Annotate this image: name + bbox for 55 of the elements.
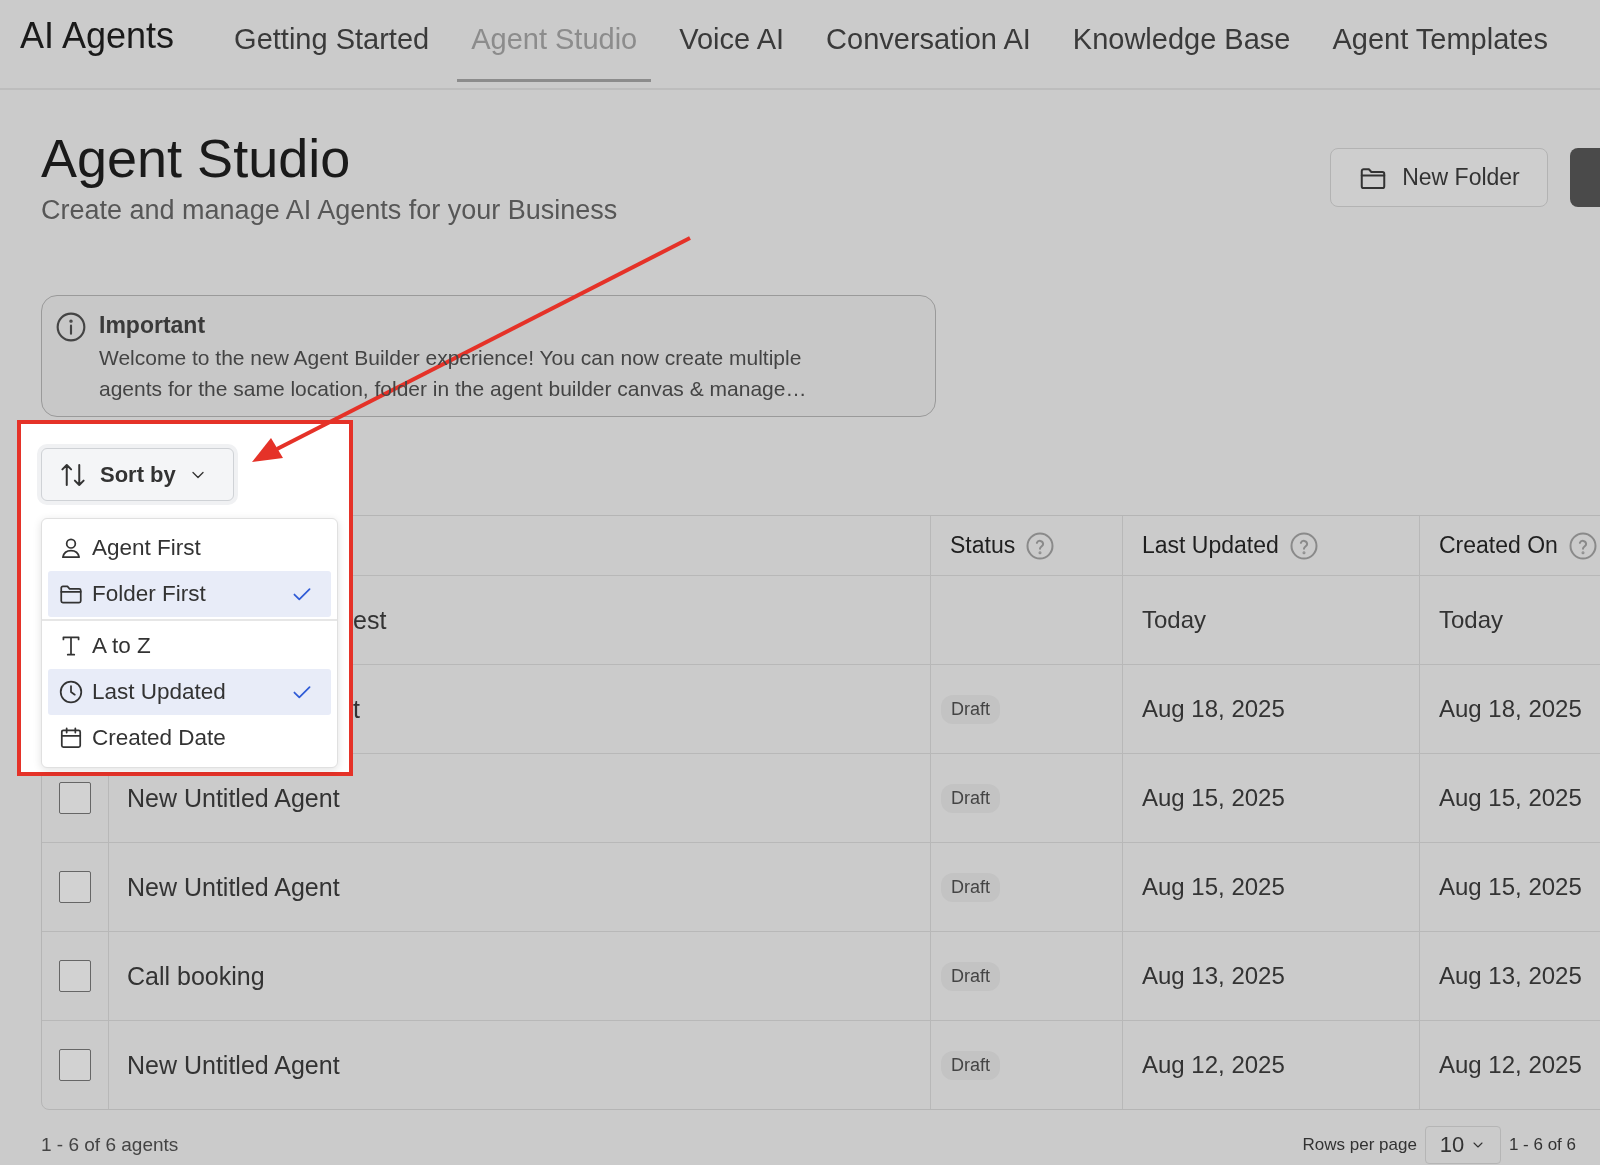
agents-count: 1 - 6 of 6 agents	[41, 1134, 179, 1156]
date-text: Aug 18, 2025	[1439, 695, 1582, 723]
row-checkbox[interactable]	[59, 782, 91, 814]
date-text: Aug 15, 2025	[1439, 873, 1582, 901]
date-text: Aug 15, 2025	[1142, 784, 1285, 812]
nav-tab[interactable]: Knowledge Base	[1058, 0, 1305, 82]
status-badge: Draft	[941, 694, 1000, 724]
status-badge: Draft	[941, 1050, 1000, 1080]
menu-item[interactable]: Last Updated	[48, 669, 331, 715]
menu-item[interactable]: Agent First	[48, 525, 331, 571]
help-icon	[1567, 530, 1598, 561]
info-icon	[55, 311, 87, 343]
column-header: Created On	[1439, 532, 1558, 559]
date-text: Aug 12, 2025	[1439, 1051, 1582, 1079]
date-text: Today	[1439, 606, 1504, 634]
rows-per-page-label: Rows per page	[1302, 1135, 1417, 1155]
date-text: Aug 15, 2025	[1439, 784, 1582, 812]
clock-icon	[58, 679, 84, 705]
column-header: Last Updated	[1142, 532, 1279, 559]
agent-name[interactable]: est	[353, 605, 387, 635]
page-range: 1 - 6 of 6	[1508, 1135, 1576, 1155]
date-text: Aug 12, 2025	[1142, 1051, 1285, 1079]
date-text: Aug 13, 2025	[1142, 962, 1285, 990]
agent-name[interactable]: New Untitled Agent	[127, 783, 340, 813]
column-header: Status	[950, 532, 1016, 559]
row-checkbox[interactable]	[59, 1049, 91, 1081]
nav-tab[interactable]: Conversation AI	[812, 0, 1045, 82]
row-checkbox[interactable]	[59, 960, 91, 992]
agent-name[interactable]: New Untitled Agent	[127, 872, 340, 902]
nav-tab[interactable]: Voice AI	[665, 0, 799, 82]
help-icon	[1025, 530, 1056, 561]
status-badge: Draft	[941, 783, 1000, 813]
agent-name[interactable]: t	[353, 694, 360, 724]
new-folder-button[interactable]: New Folder	[1330, 148, 1548, 207]
agent-name[interactable]: New Untitled Agent	[127, 1050, 340, 1080]
status-badge: Draft	[941, 872, 1000, 902]
help-icon	[1288, 530, 1319, 561]
rows-per-page-select[interactable]: 10	[1424, 1126, 1501, 1164]
page-title: Agent Studio	[41, 128, 352, 188]
date-text: Aug 15, 2025	[1142, 873, 1285, 901]
app-logo: AI Agents	[20, 14, 175, 58]
menu-item[interactable]: Folder First	[48, 571, 331, 617]
date-text: Aug 18, 2025	[1142, 695, 1285, 723]
row-checkbox[interactable]	[59, 871, 91, 903]
calendar-icon	[58, 725, 84, 751]
date-text: Today	[1142, 606, 1207, 634]
date-text: Aug 13, 2025	[1439, 962, 1582, 990]
nav-tab[interactable]: Getting Started	[220, 0, 444, 82]
agent-name[interactable]: Call booking	[127, 961, 265, 991]
notice-title: Important	[99, 311, 207, 340]
page-subtitle: Create and manage AI Agents for your Business	[41, 194, 619, 226]
menu-item[interactable]: Created Date	[48, 715, 331, 761]
status-badge: Draft	[941, 961, 1000, 991]
nav-tab[interactable]: Agent Templates	[1318, 0, 1562, 82]
menu-item[interactable]: A to Z	[48, 623, 331, 669]
